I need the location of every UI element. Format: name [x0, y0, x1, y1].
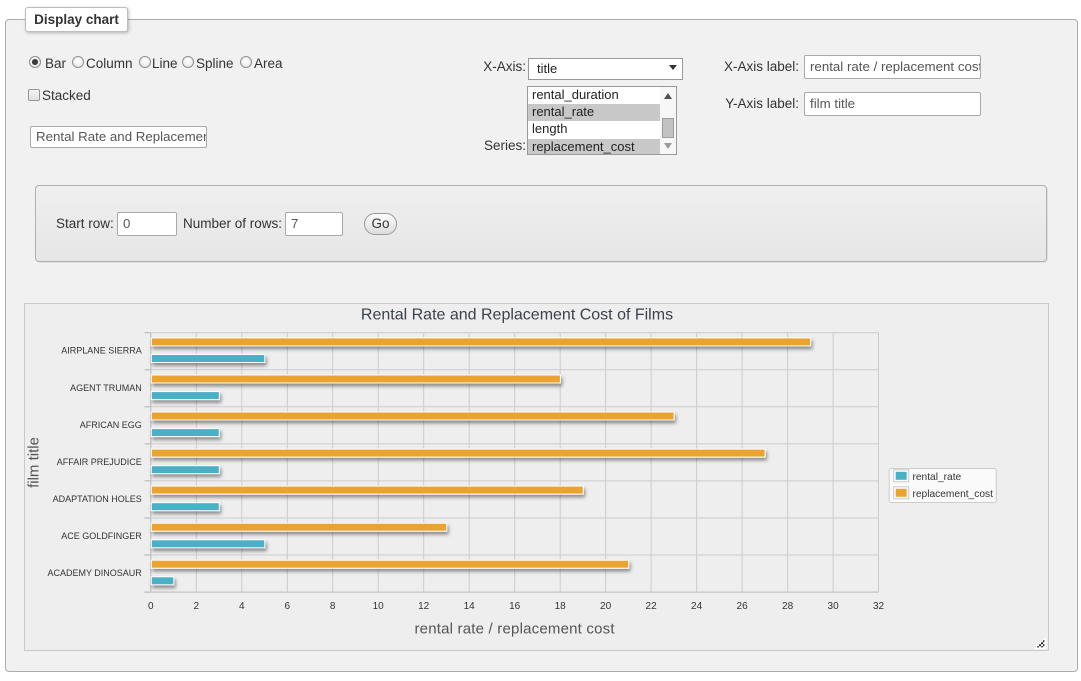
svg-text:10: 10	[373, 601, 385, 612]
svg-text:ACADEMY DINOSAUR: ACADEMY DINOSAUR	[47, 568, 142, 578]
svg-text:8: 8	[330, 601, 336, 612]
svg-text:Rental Rate and Replacement Co: Rental Rate and Replacement Cost of Film…	[361, 307, 673, 324]
svg-text:20: 20	[600, 601, 612, 612]
svg-text:rental_rate: rental_rate	[913, 472, 962, 483]
svg-text:film title: film title	[26, 437, 43, 488]
svg-text:0: 0	[148, 601, 154, 612]
svg-text:2: 2	[194, 601, 200, 612]
svg-text:16: 16	[509, 601, 521, 612]
svg-text:rental rate / replacement cost: rental rate / replacement cost	[414, 621, 615, 638]
svg-text:32: 32	[873, 601, 885, 612]
svg-text:22: 22	[646, 601, 658, 612]
svg-text:12: 12	[418, 601, 430, 612]
svg-text:4: 4	[239, 601, 245, 612]
svg-text:28: 28	[782, 601, 794, 612]
svg-text:18: 18	[555, 601, 567, 612]
svg-text:6: 6	[285, 601, 291, 612]
svg-text:14: 14	[464, 601, 476, 612]
svg-text:replacement_cost: replacement_cost	[913, 489, 994, 500]
svg-text:AGENT TRUMAN: AGENT TRUMAN	[70, 383, 142, 393]
svg-text:AFRICAN EGG: AFRICAN EGG	[80, 420, 142, 430]
svg-text:26: 26	[737, 601, 749, 612]
svg-text:30: 30	[828, 601, 840, 612]
svg-text:AFFAIR PREJUDICE: AFFAIR PREJUDICE	[57, 457, 142, 467]
svg-text:24: 24	[691, 601, 703, 612]
svg-text:AIRPLANE SIERRA: AIRPLANE SIERRA	[61, 346, 142, 356]
svg-text:ACE GOLDFINGER: ACE GOLDFINGER	[61, 531, 142, 541]
svg-text:ADAPTATION HOLES: ADAPTATION HOLES	[53, 494, 142, 504]
